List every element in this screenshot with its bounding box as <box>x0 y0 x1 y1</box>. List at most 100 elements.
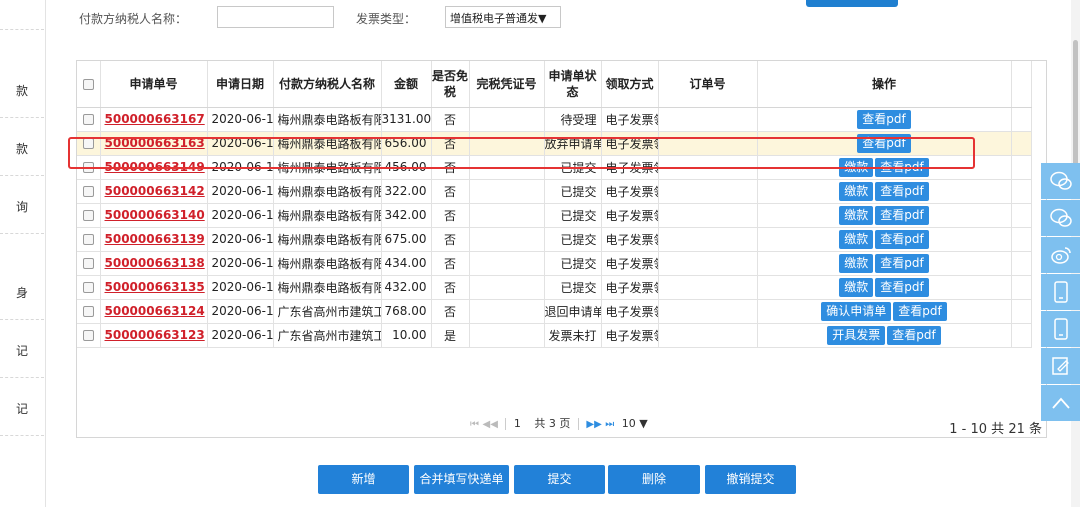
first-page-icon[interactable]: ⏮ <box>470 419 479 430</box>
mobile-icon[interactable] <box>1041 274 1080 310</box>
row-select-cell[interactable] <box>77 227 101 252</box>
application-id-link[interactable]: 500000663163 <box>105 136 205 150</box>
weibo-icon[interactable] <box>1041 237 1080 273</box>
table-row[interactable]: 5000006631242020-06-17广东省高州市建筑工768.00否 退回… <box>77 299 1032 324</box>
row-checkbox[interactable] <box>82 306 94 317</box>
view-pdf-button[interactable]: 查看pdf <box>857 133 911 153</box>
select-all-checkbox[interactable] <box>82 78 94 90</box>
next-page-icon[interactable]: ▶▶ <box>586 419 601 430</box>
delete-button[interactable]: 删除 <box>608 465 700 494</box>
sidebar-item-3[interactable]: 询 <box>0 176 44 234</box>
application-id-link[interactable]: 500000663149 <box>105 160 205 174</box>
row-checkbox[interactable] <box>82 234 94 245</box>
cell-payer: 广东省高州市建筑工 <box>273 299 382 324</box>
revoke-submit-button[interactable]: 撤销提交 <box>705 465 796 494</box>
view-pdf-button[interactable]: 查看pdf <box>875 253 929 273</box>
back-to-top-icon[interactable] <box>1041 385 1080 421</box>
view-pdf-button[interactable]: 查看pdf <box>875 181 929 201</box>
view-pdf-button[interactable]: 查看pdf <box>875 229 929 249</box>
row-select-cell[interactable] <box>77 107 101 132</box>
page-size-select[interactable]: 10 ▼ <box>622 417 648 430</box>
table-row[interactable]: 5000006631672020-06-18梅州鼎泰电路板有限3131.00否 待… <box>77 107 1032 132</box>
submit-button[interactable]: 提交 <box>514 465 605 494</box>
row-checkbox[interactable] <box>82 258 94 269</box>
application-id-link[interactable]: 500000663139 <box>105 232 205 246</box>
view-pdf-button[interactable]: 查看pdf <box>887 325 941 345</box>
row-select-cell[interactable] <box>77 155 101 180</box>
pay-button[interactable]: 缴款 <box>839 253 874 273</box>
pager-divider <box>505 418 507 430</box>
application-id-link[interactable]: 500000663124 <box>105 304 205 318</box>
row-select-cell[interactable] <box>77 323 101 348</box>
table-row[interactable]: 5000006631352020-06-17梅州鼎泰电路板有限432.00否 已提… <box>77 275 1032 300</box>
row-checkbox[interactable] <box>82 138 94 149</box>
pay-button[interactable]: 缴款 <box>839 277 874 297</box>
application-id-link[interactable]: 500000663138 <box>105 256 205 270</box>
cell-exempt: 否 <box>431 179 470 204</box>
table-row[interactable]: 5000006631422020-06-17梅州鼎泰电路板有限322.00否 已提… <box>77 179 1032 204</box>
wechat-icon[interactable] <box>1041 200 1080 236</box>
sidebar-item-1[interactable]: 款 <box>0 60 44 118</box>
cell-id: 500000663123 <box>100 323 208 348</box>
pay-button[interactable]: 缴款 <box>839 181 874 201</box>
table-row[interactable]: 5000006631632020-06-18梅州鼎泰电路板有限656.00否 放弃… <box>77 131 1032 156</box>
row-select-cell[interactable] <box>77 131 101 156</box>
prev-page-icon[interactable]: ◀◀ <box>483 419 498 430</box>
row-select-cell[interactable] <box>77 179 101 204</box>
cell-date: 2020-06-17 <box>207 323 274 348</box>
select-all-cell[interactable] <box>77 61 101 108</box>
view-pdf-button[interactable]: 查看pdf <box>875 157 929 177</box>
invoice-type-select[interactable]: 增值税电子普通发▼ <box>445 6 561 28</box>
payer-name-input[interactable] <box>217 6 334 28</box>
add-button[interactable]: 新增 <box>318 465 409 494</box>
current-page[interactable]: 1 <box>514 417 521 430</box>
confirm-application-button[interactable]: 确认申请单 <box>821 301 892 321</box>
pay-button[interactable]: 缴款 <box>839 229 874 249</box>
cell-cert <box>469 323 545 348</box>
cell-payer: 梅州鼎泰电路板有限 <box>273 203 382 228</box>
sidebar-item-5[interactable]: 记 <box>0 320 44 378</box>
row-checkbox[interactable] <box>82 162 94 173</box>
view-pdf-button[interactable]: 查看pdf <box>857 109 911 129</box>
table-row[interactable]: 5000006631402020-06-17梅州鼎泰电路板有限342.00否 已提… <box>77 203 1032 228</box>
row-checkbox[interactable] <box>82 186 94 197</box>
query-button[interactable] <box>806 0 898 7</box>
payer-name-label: 付款方纳税人名称： <box>79 12 188 26</box>
last-page-icon[interactable]: ⏭ <box>605 419 614 430</box>
application-id-link[interactable]: 500000663167 <box>105 112 205 126</box>
pay-button[interactable]: 缴款 <box>839 157 874 177</box>
row-checkbox[interactable] <box>82 330 94 341</box>
application-id-link[interactable]: 500000663123 <box>105 328 205 342</box>
table-row[interactable]: 5000006631492020-06-17梅州鼎泰电路板有限456.00否 已提… <box>77 155 1032 180</box>
cell-order <box>658 155 758 180</box>
row-select-cell[interactable] <box>77 203 101 228</box>
pay-button[interactable]: 缴款 <box>839 205 874 225</box>
application-id-link[interactable]: 500000663142 <box>105 184 205 198</box>
cell-cert <box>469 203 545 228</box>
sidebar-item-top[interactable] <box>0 0 44 30</box>
row-select-cell[interactable] <box>77 299 101 324</box>
cell-status: 放弃申请单 <box>544 131 602 156</box>
application-id-link[interactable]: 500000663140 <box>105 208 205 222</box>
view-pdf-button[interactable]: 查看pdf <box>893 301 947 321</box>
sidebar-item-4[interactable]: 身 <box>0 262 44 320</box>
row-checkbox[interactable] <box>82 282 94 293</box>
edit-icon[interactable] <box>1041 348 1080 384</box>
row-checkbox[interactable] <box>82 114 94 125</box>
sidebar-item-6[interactable]: 记 <box>0 378 44 436</box>
cell-amount: 342.00 <box>381 203 432 228</box>
row-select-cell[interactable] <box>77 251 101 276</box>
view-pdf-button[interactable]: 查看pdf <box>875 205 929 225</box>
chat-icon[interactable] <box>1041 163 1080 199</box>
application-id-link[interactable]: 500000663135 <box>105 280 205 294</box>
issue-invoice-button[interactable]: 开具发票 <box>827 325 886 345</box>
merge-express-button[interactable]: 合并填写快递单 <box>414 465 509 494</box>
row-select-cell[interactable] <box>77 275 101 300</box>
table-row[interactable]: 5000006631232020-06-17广东省高州市建筑工10.00是 发票未… <box>77 323 1032 348</box>
sidebar-item-2[interactable]: 款 <box>0 118 44 176</box>
row-checkbox[interactable] <box>82 210 94 221</box>
tablet-icon[interactable] <box>1041 311 1080 347</box>
view-pdf-button[interactable]: 查看pdf <box>875 277 929 297</box>
table-row[interactable]: 5000006631392020-06-17梅州鼎泰电路板有限675.00否 已提… <box>77 227 1032 252</box>
table-row[interactable]: 5000006631382020-06-17梅州鼎泰电路板有限434.00否 已提… <box>77 251 1032 276</box>
